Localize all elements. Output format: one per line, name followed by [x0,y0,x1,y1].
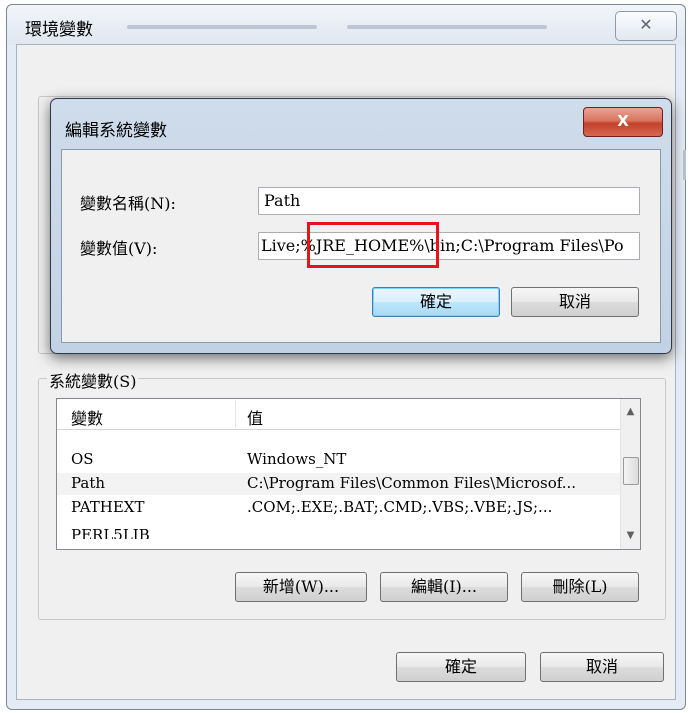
outer-ok-button[interactable]: 確定 [396,652,526,682]
dialog-title: 編輯系統變數 [65,121,167,141]
delete-variable-button[interactable]: 刪除(L) [521,572,639,602]
system-variables-label: 系統變數(S) [47,368,139,392]
variable-name: PATHEXT [71,498,145,516]
column-separator[interactable] [235,401,236,427]
list-item[interactable]: PERL5LIB [57,521,621,539]
column-header-variable[interactable]: 變數 [71,405,103,429]
dialog-close-button[interactable]: X [583,107,663,137]
variable-value: C:\Program Files\Common Files\Microsof..… [247,474,577,492]
close-icon: ✕ [639,15,653,34]
new-variable-button[interactable]: 新增(W)... [235,572,367,602]
edit-variable-button[interactable]: 編輯(I)... [380,572,508,602]
dialog-cancel-button[interactable]: 取消 [511,287,639,317]
outer-close-button[interactable]: ✕ [615,11,677,41]
list-scrollbar[interactable]: ▲ ▼ [620,399,640,549]
blurred-title-text [347,25,547,29]
variable-name: PERL5LIB [71,526,150,539]
outer-cancel-button[interactable]: 取消 [540,652,664,682]
variable-name: OS [71,450,94,468]
outer-title-bar: 環境變數 ✕ [7,5,685,45]
scroll-down-arrow-icon[interactable]: ▼ [621,527,640,545]
column-header-value[interactable]: 值 [247,405,263,429]
variable-name: Path [71,474,106,492]
dialog-ok-button[interactable]: 確定 [372,287,500,317]
variable-value-label: 變數值(V): [80,239,158,258]
list-item[interactable]: Path C:\Program Files\Common Files\Micro… [57,473,621,495]
system-variables-list[interactable]: 變數 值 OS Windows_NT Path C:\Program Files… [56,398,641,550]
list-header: 變數 值 [57,399,621,430]
variable-value: Windows_NT [247,450,347,468]
scroll-thumb[interactable] [623,457,639,485]
variable-value: .COM;.EXE;.BAT;.CMD;.VBS;.VBE;.JS;... [247,498,553,516]
outer-window-title: 環境變數 [25,20,93,40]
list-item[interactable]: OS Windows_NT [57,449,621,471]
list-item[interactable]: PATHEXT .COM;.EXE;.BAT;.CMD;.VBS;.VBE;.J… [57,497,621,519]
variable-name-field[interactable]: Path [258,187,640,215]
close-icon: X [617,112,629,130]
blurred-title-text [127,25,317,29]
window-edge [683,150,686,180]
highlight-annotation-box [307,222,439,268]
variable-name-label: 變數名稱(N): [80,194,176,213]
scroll-up-arrow-icon[interactable]: ▲ [621,403,640,421]
